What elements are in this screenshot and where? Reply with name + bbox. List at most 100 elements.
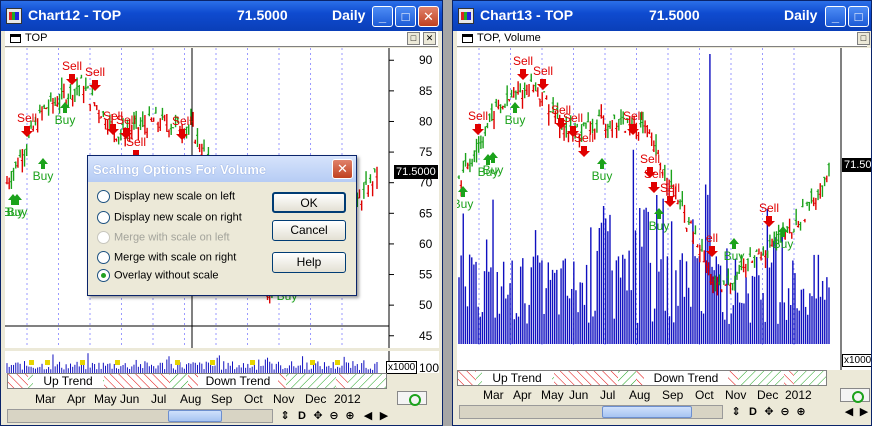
scroll-vertical-icon[interactable]: ⇕	[278, 409, 292, 423]
sell-signal-label: Sell	[644, 167, 664, 181]
dialog-close-button[interactable]: ✕	[332, 159, 353, 179]
pan-icon[interactable]: ✥	[311, 409, 325, 423]
ok-button[interactable]: OK	[272, 192, 346, 213]
volume-marker	[310, 360, 315, 365]
horizontal-scrollbar[interactable]	[459, 405, 723, 419]
chart12-statusbar: ⇕ D ✥ ⊖ ⊕ ◀ ▶	[5, 407, 439, 425]
chart-app-icon	[6, 8, 22, 24]
volume-unit-label: x1000	[842, 354, 872, 367]
buy-signal-label: Buy	[33, 169, 54, 183]
sell-signal-label: Sell	[85, 65, 105, 79]
radio-selected-icon	[97, 269, 110, 282]
month-label: Mar	[35, 392, 56, 406]
pane-maximize-button[interactable]: □	[857, 32, 870, 45]
zoom-out-icon[interactable]: ⊖	[778, 405, 792, 419]
volume-marker	[29, 360, 34, 365]
volume-marker	[115, 360, 120, 365]
month-label: Jun	[569, 388, 589, 402]
month-label: Apr	[67, 392, 86, 406]
y-tick-label: 75	[419, 145, 433, 159]
volume-marker	[210, 360, 215, 365]
pane-icon	[462, 34, 473, 43]
month-label: Aug	[629, 388, 651, 402]
zoom-out-icon[interactable]: ⊖	[327, 409, 341, 423]
status-indicator-icon[interactable]	[397, 391, 427, 406]
zoom-in-icon[interactable]: ⊕	[794, 405, 808, 419]
sell-signal-label: Sell	[116, 113, 136, 127]
sell-signal-label: Sell	[513, 54, 533, 68]
y-tick-label: 60	[419, 237, 433, 251]
chart13-pane-header: TOP, Volume □	[457, 31, 870, 47]
volume-tick-label: 100	[419, 361, 440, 375]
chart12-window[interactable]: Chart12 - TOP 71.5000 Daily _ □ ✕ TOP □ …	[0, 0, 443, 426]
pane-close-button[interactable]: ✕	[423, 32, 436, 45]
y-tick-label: 90	[419, 53, 433, 67]
scroll-right-icon[interactable]: ▶	[857, 405, 871, 419]
status-indicator-icon[interactable]	[840, 388, 870, 403]
cancel-button[interactable]: Cancel	[272, 220, 346, 241]
price-volume-chart[interactable]: SellSellSellSellSellSellSellSellSellSell…	[457, 48, 872, 348]
option-merge-right[interactable]: Merge with scale on right	[97, 251, 236, 267]
y-tick-label: 55	[419, 268, 433, 282]
volume-pane[interactable]	[457, 348, 872, 370]
sell-signal-label: ell	[706, 231, 718, 245]
month-label: Oct	[695, 388, 714, 402]
volume-marker	[80, 360, 85, 365]
volume-marker	[250, 360, 255, 365]
close-button[interactable]: ✕	[418, 6, 439, 27]
pane-maximize-button[interactable]: □	[407, 32, 420, 45]
minimize-button[interactable]: _	[372, 6, 393, 27]
sell-signal-label: Sell	[17, 111, 37, 125]
month-label: Apr	[513, 388, 532, 402]
chart13-statusbar: ⇕ D ✥ ⊖ ⊕ ◀ ▶	[457, 403, 869, 421]
sell-signal-label: Sell	[533, 64, 553, 78]
scroll-left-icon[interactable]: ◀	[361, 409, 375, 423]
chart13-titlebar[interactable]: Chart13 - TOP 71.5000 Daily _ □	[453, 1, 871, 31]
chart-app-icon	[458, 8, 474, 24]
buy-signal-label: Buy	[505, 113, 526, 127]
trend-strip: Up Trend Down Trend	[7, 373, 387, 389]
radio-icon	[97, 231, 110, 244]
draw-d-icon[interactable]: D	[295, 409, 309, 423]
scroll-right-icon[interactable]: ▶	[377, 409, 391, 423]
buy-signal-label: Buy	[478, 165, 499, 179]
option-overlay-no-scale[interactable]: Overlay without scale	[97, 269, 219, 285]
sell-signal-label: Sell	[623, 109, 643, 123]
pan-icon[interactable]: ✥	[762, 405, 776, 419]
dialog-titlebar[interactable]: Scaling Options For Volume ✕	[88, 156, 356, 182]
sell-signal-label: Sell	[172, 114, 192, 128]
month-label: Dec	[305, 392, 327, 406]
horizontal-scrollbar[interactable]	[7, 409, 273, 423]
help-button[interactable]: Help	[272, 252, 346, 273]
scrollbar-thumb[interactable]	[168, 410, 222, 422]
sell-signal-label: Sell	[574, 131, 594, 145]
y-tick-label: 45	[419, 329, 433, 343]
maximize-button[interactable]: □	[395, 6, 416, 27]
volume-marker	[335, 360, 340, 365]
draw-d-icon[interactable]: D	[746, 405, 760, 419]
y-tick-label: 85	[419, 84, 433, 98]
chart13-window[interactable]: Chart13 - TOP 71.5000 Daily _ □ TOP, Vol…	[452, 0, 872, 426]
scroll-left-icon[interactable]: ◀	[842, 405, 856, 419]
minimize-button[interactable]: _	[825, 6, 846, 27]
chart12-period: Daily	[332, 7, 366, 23]
buy-signal-label: Buy	[724, 249, 745, 263]
scrollbar-thumb[interactable]	[602, 406, 692, 418]
y-tick-label: 65	[419, 206, 433, 220]
pane-title: TOP, Volume	[477, 32, 541, 44]
month-axis: Mar Apr May Jun Jul Aug Sep Oct Nov Dec …	[457, 386, 827, 404]
scroll-vertical-icon[interactable]: ⇕	[729, 405, 743, 419]
maximize-button[interactable]: □	[848, 6, 869, 27]
chart12-titlebar[interactable]: Chart12 - TOP 71.5000 Daily _ □ ✕	[1, 1, 442, 31]
zoom-in-icon[interactable]: ⊕	[343, 409, 357, 423]
scaling-options-dialog[interactable]: Scaling Options For Volume ✕ Display new…	[87, 155, 357, 296]
sell-signal-label: Sell	[563, 111, 583, 125]
chart13-price: 71.5000	[649, 7, 700, 23]
volume-chart[interactable]	[5, 351, 439, 373]
option-new-scale-left[interactable]: Display new scale on left	[97, 190, 235, 206]
volume-marker	[45, 360, 50, 365]
chart13-title: Chart13 - TOP	[480, 7, 574, 23]
uptrend-label: Up Trend	[33, 374, 103, 388]
option-new-scale-right[interactable]: Display new scale on right	[97, 211, 242, 227]
radio-icon	[97, 251, 110, 264]
